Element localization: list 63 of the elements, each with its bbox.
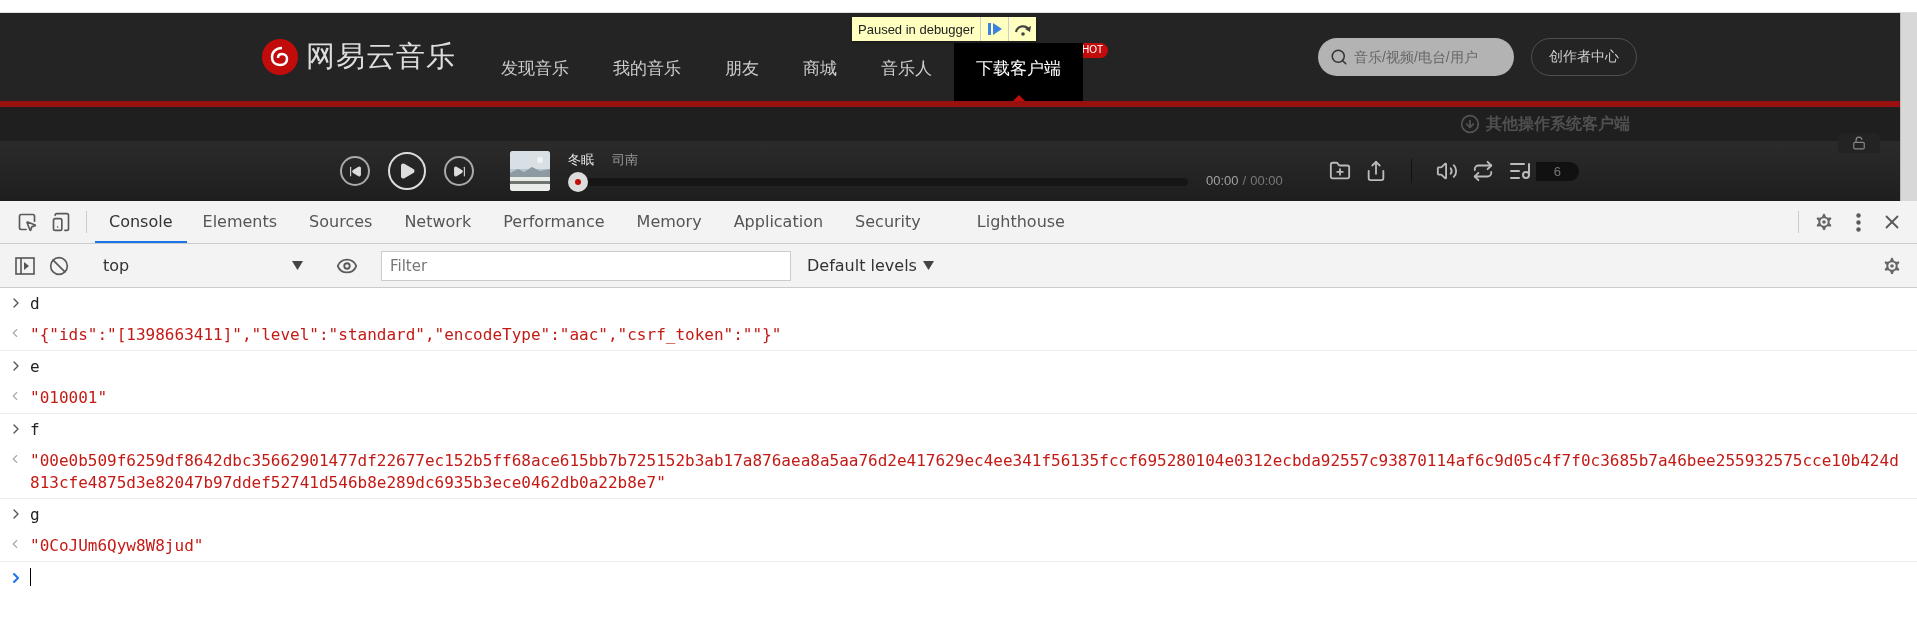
devtools-tab[interactable]: Performance	[487, 201, 621, 243]
console-result: "010001"	[30, 387, 108, 409]
menu-icon	[1855, 212, 1861, 232]
volume-icon[interactable]	[1435, 160, 1458, 182]
next-button[interactable]	[444, 156, 474, 186]
search-field[interactable]: 音乐/视频/电台/用户	[1318, 38, 1514, 76]
skip-back-icon	[348, 164, 362, 178]
elapsed-time: 00:00	[1206, 172, 1239, 188]
download-icon	[1460, 114, 1480, 134]
artist-name[interactable]: 司南	[612, 150, 638, 169]
logo-icon	[262, 39, 298, 75]
nav-item[interactable]: 朋友	[703, 43, 781, 101]
progress-track[interactable]	[568, 171, 1188, 192]
settings-icon	[1813, 211, 1835, 233]
devices-icon	[51, 212, 71, 232]
filter-field[interactable]: Filter	[381, 250, 791, 281]
console-result: "{"ids":"[1398663411]","level":"standard","encodeType":"aac","csrf_token":""}"	[30, 324, 782, 346]
devtools-tab[interactable]: Lighthouse	[936, 201, 1105, 243]
log-levels-dropdown[interactable]: Default levels	[801, 255, 940, 276]
logo-text[interactable]: 网易云音乐	[306, 37, 456, 77]
caret-icon	[292, 261, 303, 270]
unlock-icon	[1852, 136, 1866, 150]
devtools-tab[interactable]: Memory	[620, 201, 718, 243]
scrollbar[interactable]	[1900, 13, 1917, 201]
resume-icon	[986, 22, 1003, 36]
time-separator: /	[1242, 172, 1247, 188]
devtools-tab[interactable]: Network	[388, 201, 488, 243]
search-icon	[1330, 48, 1348, 66]
console-command: f	[30, 419, 40, 441]
lock-tab[interactable]	[1838, 133, 1880, 153]
console-command: d	[30, 293, 40, 315]
nav-item[interactable]: 下载客户端	[954, 43, 1083, 101]
duration-time: 00:00	[1250, 172, 1283, 188]
nav-item[interactable]: 我的音乐	[591, 43, 703, 101]
console-result: "0CoJUm6Qyw8W8jud"	[30, 535, 204, 557]
song-title[interactable]: 冬眠	[568, 150, 594, 169]
devtools-tab[interactable]: Elements	[186, 201, 294, 243]
play-icon	[398, 162, 416, 180]
debugger-label: Paused in debugger	[857, 21, 976, 37]
repeat-icon[interactable]	[1471, 160, 1494, 182]
caret-icon	[922, 261, 934, 270]
play-button[interactable]	[388, 152, 426, 190]
playlist-count[interactable]: 6	[1535, 161, 1579, 181]
devtools-tab[interactable]: Sources	[293, 201, 389, 243]
console-result: "00e0b509f6259df8642dbc35662901477df22677ec152b5ff68ace615bb7b725152b3ab17a876aea8a5aa76d2e417629ec4ee341f56135fccf695280104e0312ecbda92557c93870114af6c9d05c4f7f0c3685b7a46bee255932575cce10b424d813cfe4875d3e82047b97ddef52741d546b8e289dc6935b3ece0462db0a22b8e7"	[30, 450, 1900, 494]
skip-forward-icon	[452, 164, 466, 178]
text-cursor	[30, 568, 31, 586]
nav-item[interactable]: 商城	[781, 43, 859, 101]
clear-icon	[49, 255, 69, 276]
devtools-tab[interactable]: Application	[717, 201, 840, 243]
context-select[interactable]: top	[93, 251, 313, 280]
previous-button[interactable]	[340, 156, 370, 186]
devtools-tab[interactable]: Security	[839, 201, 937, 243]
add-to-folder-icon[interactable]	[1328, 160, 1351, 182]
console-command: g	[30, 504, 40, 526]
settings-icon	[1881, 254, 1903, 277]
step-over-icon	[1013, 22, 1032, 36]
pointer-square-icon	[17, 212, 37, 232]
sidebar-icon	[15, 256, 35, 275]
progress-thumb[interactable]	[568, 171, 588, 192]
nav-item[interactable]: 发现音乐	[479, 43, 591, 101]
console-command: e	[30, 356, 40, 378]
nav-item[interactable]: 音乐人	[859, 43, 954, 101]
